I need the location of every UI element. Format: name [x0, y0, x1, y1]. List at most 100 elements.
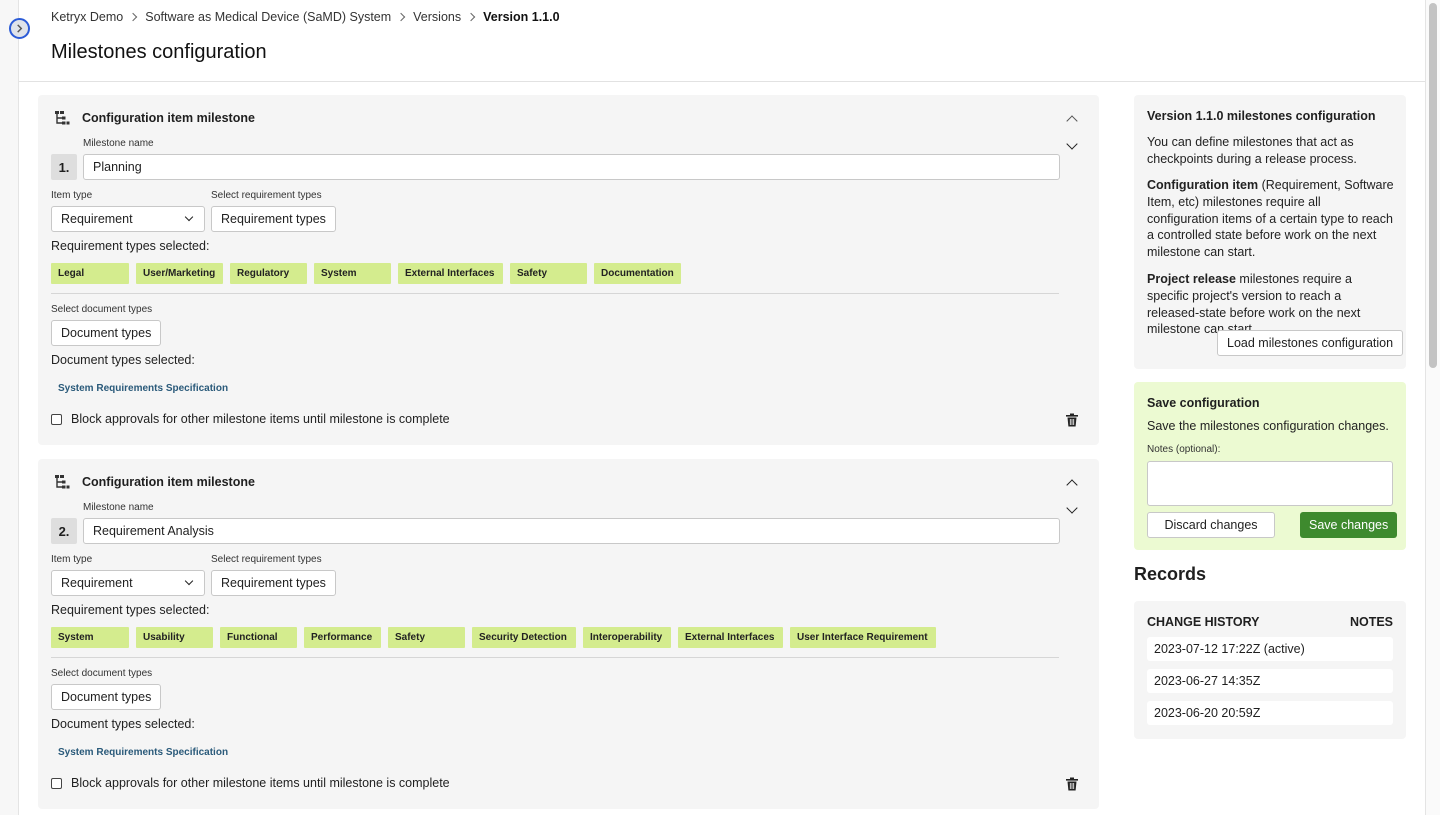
breadcrumb: Ketryx Demo Software as Medical Device (…: [51, 10, 560, 24]
load-milestones-configuration-button[interactable]: Load milestones configuration: [1217, 330, 1404, 356]
block-approvals-checkbox[interactable]: [51, 777, 62, 789]
chevron-down-icon: [184, 212, 194, 222]
history-entry[interactable]: 2023-07-12 17:22Z (active): [1147, 637, 1393, 661]
requirement-tags: System Usability Functional Performance …: [51, 627, 943, 648]
milestone-number-badge: 2.: [51, 518, 77, 544]
history-entry[interactable]: 2023-06-20 20:59Z: [1147, 701, 1393, 725]
divider: [51, 657, 1059, 658]
divider: [51, 293, 1059, 294]
document-types-button[interactable]: Document types: [51, 684, 162, 710]
document-tag: System Requirements Specification: [58, 383, 229, 394]
expand-sidebar-button[interactable]: [9, 18, 30, 39]
requirement-tag: Safety: [510, 263, 587, 284]
milestone-number-badge: 1.: [51, 154, 77, 180]
requirement-tag: Legal: [51, 263, 129, 284]
select-requirement-types-label: Select requirement types: [211, 190, 322, 201]
save-configuration-title: Save configuration: [1147, 396, 1260, 410]
move-down-chevron-icon[interactable]: [1066, 502, 1078, 514]
scrollbar[interactable]: [1425, 0, 1440, 815]
move-up-chevron-icon[interactable]: [1066, 115, 1078, 127]
requirement-tag: System: [314, 263, 391, 284]
block-approvals-label: Block approvals for other milestone item…: [71, 412, 450, 426]
history-entry[interactable]: 2023-06-27 14:35Z: [1147, 669, 1393, 693]
notes-label: Notes (optional):: [1147, 444, 1221, 455]
requirement-types-selected-label: Requirement types selected:: [51, 239, 210, 253]
block-approvals-row[interactable]: Block approvals for other milestone item…: [51, 412, 450, 426]
save-changes-button[interactable]: Save changes: [1300, 512, 1398, 538]
requirement-tags: Legal User/Marketing Regulatory System E…: [51, 263, 688, 284]
left-sidebar-rail: [0, 0, 19, 815]
requirement-tag: Documentation: [594, 263, 681, 284]
hierarchy-icon: [55, 475, 70, 489]
hierarchy-icon: [55, 111, 70, 125]
select-requirement-types-label: Select requirement types: [211, 554, 322, 565]
document-tag: System Requirements Specification: [58, 747, 229, 758]
block-approvals-label: Block approvals for other milestone item…: [71, 776, 450, 790]
item-type-label: Item type: [51, 554, 93, 565]
select-document-types-label: Select document types: [51, 668, 153, 679]
requirement-tag: Regulatory: [230, 263, 307, 284]
chevron-down-icon: [184, 576, 194, 586]
requirement-types-button[interactable]: Requirement types: [211, 206, 336, 232]
chevron-right-icon: [466, 12, 476, 22]
block-approvals-checkbox[interactable]: [51, 413, 62, 425]
requirement-tag: User Interface Requirement: [790, 627, 936, 648]
save-configuration-description: Save the milestones configuration change…: [1147, 419, 1389, 433]
requirement-tag: Performance: [304, 627, 381, 648]
milestone-card-title: Configuration item milestone: [82, 475, 255, 489]
milestone-card-2: Configuration item milestone Milestone n…: [38, 459, 1099, 809]
scrollbar-thumb[interactable]: [1429, 3, 1437, 368]
document-types-selected-label: Document types selected:: [51, 353, 195, 367]
breadcrumb-item-versions[interactable]: Versions: [413, 10, 461, 24]
milestone-name-input[interactable]: Requirement Analysis: [83, 518, 1060, 544]
milestone-name-label: Milestone name: [83, 502, 154, 513]
document-types-button[interactable]: Document types: [51, 320, 162, 346]
records-title: Records: [1134, 564, 1207, 584]
item-type-select[interactable]: Requirement: [51, 570, 205, 596]
milestone-card-header: Configuration item milestone: [54, 474, 255, 490]
notes-header: NOTES: [1349, 615, 1393, 629]
requirement-tag: System: [51, 627, 129, 648]
requirement-tag: Safety: [388, 627, 465, 648]
milestone-name-input[interactable]: Planning: [83, 154, 1060, 180]
page-title: Milestones configuration: [51, 41, 267, 63]
breadcrumb-item-ketryx-demo[interactable]: Ketryx Demo: [51, 10, 123, 24]
change-history-panel: CHANGE HISTORY NOTES 2023-07-12 17:22Z (…: [1134, 601, 1406, 739]
requirement-tag: Functional: [220, 627, 297, 648]
info-project-release-text: Project release milestones require a spe…: [1147, 271, 1395, 338]
change-history-header: CHANGE HISTORY: [1147, 615, 1260, 629]
milestone-card-1: Configuration item milestone Milestone n…: [38, 95, 1099, 445]
requirement-types-button[interactable]: Requirement types: [211, 570, 336, 596]
info-panel-title: Version 1.1.0 milestones configuration: [1147, 109, 1376, 123]
save-configuration-panel: Save configuration Save the milestones c…: [1134, 382, 1406, 550]
item-type-label: Item type: [51, 190, 93, 201]
breadcrumb-item-project[interactable]: Software as Medical Device (SaMD) System: [145, 10, 391, 24]
block-approvals-row[interactable]: Block approvals for other milestone item…: [51, 776, 450, 790]
milestone-card-title: Configuration item milestone: [82, 111, 255, 125]
move-down-chevron-icon[interactable]: [1066, 138, 1078, 150]
item-type-select[interactable]: Requirement: [51, 206, 205, 232]
chevron-right-icon: [129, 12, 138, 22]
requirement-tag: Security Detection: [472, 627, 576, 648]
breadcrumb-item-current-version: Version 1.1.0: [483, 10, 560, 24]
milestones-info-panel: Version 1.1.0 milestones configuration Y…: [1134, 95, 1406, 369]
discard-changes-button[interactable]: Discard changes: [1147, 512, 1275, 538]
info-intro-text: You can define milestones that act as ch…: [1147, 135, 1357, 166]
document-types-selected-label: Document types selected:: [51, 717, 195, 731]
milestone-name-label: Milestone name: [83, 138, 154, 149]
item-type-select-value: Requirement: [61, 212, 133, 226]
item-type-select-value: Requirement: [61, 576, 133, 590]
trash-icon[interactable]: [1065, 413, 1079, 427]
milestone-card-header: Configuration item milestone: [54, 110, 255, 126]
requirement-tag: External Interfaces: [678, 627, 783, 648]
project-release-term: Project release: [1147, 272, 1236, 286]
requirement-tag: External Interfaces: [398, 263, 503, 284]
notes-textarea[interactable]: [1147, 461, 1393, 506]
trash-icon[interactable]: [1065, 777, 1079, 791]
requirement-types-selected-label: Requirement types selected:: [51, 603, 210, 617]
chevron-right-icon: [17, 24, 23, 33]
page-header: Ketryx Demo Software as Medical Device (…: [19, 0, 1425, 82]
select-document-types-label: Select document types: [51, 304, 153, 315]
configuration-item-term: Configuration item: [1147, 178, 1259, 192]
move-up-chevron-icon[interactable]: [1066, 479, 1078, 491]
